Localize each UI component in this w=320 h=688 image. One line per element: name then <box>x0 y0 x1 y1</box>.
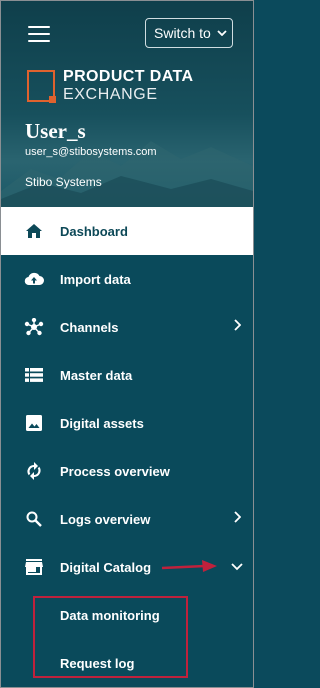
image-icon <box>24 413 44 433</box>
sidebar-item-digital-assets[interactable]: Digital assets <box>1 399 253 447</box>
chevron-down-icon <box>217 30 227 36</box>
cloud-upload-icon <box>24 269 44 289</box>
chevron-down-icon[interactable] <box>231 563 243 571</box>
chevron-right-icon[interactable] <box>233 511 241 523</box>
sidebar-item-label: Digital Catalog <box>60 559 152 575</box>
sidebar-item-label: Process overview <box>60 463 170 479</box>
chevron-right-icon[interactable] <box>233 319 241 331</box>
logo: PRODUCT DATA EXCHANGE <box>27 69 193 103</box>
sidebar-item-logs-overview[interactable]: Logs overview <box>1 495 253 543</box>
user-email: user_s@stibosystems.com <box>25 146 157 158</box>
sync-icon <box>24 461 44 481</box>
sidebar-item-label: Import data <box>60 271 131 287</box>
annotation-highlight-box <box>33 596 188 678</box>
home-icon <box>24 221 44 241</box>
switch-to-label: Switch to <box>154 25 211 41</box>
sidebar-item-channels[interactable]: Channels <box>1 303 253 351</box>
menu-icon[interactable] <box>28 26 50 42</box>
sidebar-item-label: Dashboard <box>60 223 128 239</box>
sidebar-item-label: Master data <box>60 367 133 383</box>
search-icon <box>24 509 44 529</box>
annotation-arrow-icon <box>161 560 217 572</box>
sidebar-header: Switch to PRODUCT DATA EXCHANGE User_s u… <box>1 1 253 207</box>
storefront-icon <box>24 557 44 577</box>
sidebar-item-label: Digital assets <box>60 415 144 431</box>
company-name: Stibo Systems <box>25 175 102 189</box>
sidebar-item-import-data[interactable]: Import data <box>1 255 253 303</box>
hub-icon <box>24 317 44 337</box>
sidebar-item-master-data[interactable]: Master data <box>1 351 253 399</box>
sidebar-item-dashboard[interactable]: Dashboard <box>1 207 253 255</box>
switch-to-button[interactable]: Switch to <box>145 18 233 48</box>
sidebar-item-label: Channels <box>60 319 119 335</box>
logo-title: PRODUCT DATA <box>63 68 194 85</box>
sidebar-item-process-overview[interactable]: Process overview <box>1 447 253 495</box>
logo-mark-icon <box>27 70 56 103</box>
sidebar-item-label: Logs overview <box>60 511 151 527</box>
list-icon <box>24 365 44 385</box>
logo-subtitle: EXCHANGE <box>63 86 158 103</box>
sidebar-frame: Switch to PRODUCT DATA EXCHANGE User_s u… <box>0 0 254 688</box>
user-name: User_s <box>25 119 86 143</box>
